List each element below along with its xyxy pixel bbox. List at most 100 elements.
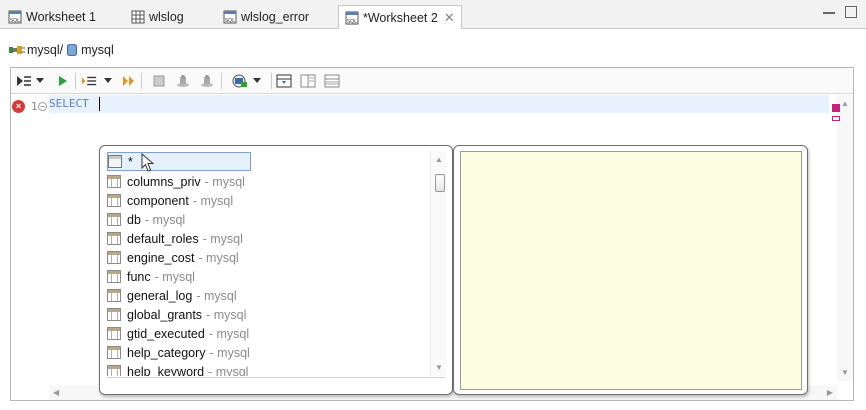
- rollback-icon: [199, 73, 215, 89]
- completion-item[interactable]: columns_priv - mysql: [107, 172, 423, 191]
- completion-item-name: func: [127, 269, 151, 284]
- completion-item[interactable]: gtid_executed - mysql: [107, 324, 423, 343]
- toolbar-separator: [75, 73, 76, 89]
- breadcrumb-database[interactable]: mysql: [81, 43, 114, 57]
- tab-label: Worksheet 1: [26, 10, 96, 24]
- toolbar-separator: [141, 73, 142, 89]
- completion-item-schema: - mysql: [206, 307, 247, 322]
- vertical-scrollbar[interactable]: ▲ ▼: [837, 95, 853, 381]
- completion-item-name: global_grants: [127, 307, 203, 322]
- table-icon: [107, 194, 121, 207]
- line-gutter: × 1 −: [11, 95, 47, 379]
- completion-item-schema: - mysql: [202, 231, 243, 246]
- split-vertical-icon[interactable]: [300, 73, 316, 89]
- tab-worksheet-2[interactable]: SQL *Worksheet 2 ✕: [338, 5, 462, 30]
- stop-icon: [151, 73, 167, 89]
- table-icon: [107, 289, 121, 302]
- run-statement-icon[interactable]: [16, 73, 32, 89]
- worksheet-panel: mysql/ mysql × 1 − SELECT ▲ ▼ ◀ ▶ * colu…: [0, 29, 866, 410]
- editor-toolbar: [11, 68, 853, 94]
- completion-item-name: help_category: [127, 345, 206, 360]
- completion-item-schema: - mysql: [154, 269, 195, 284]
- completion-item-name: db: [127, 212, 141, 227]
- overview-error-marker[interactable]: [832, 104, 840, 112]
- commit-icon: [175, 73, 191, 89]
- connection-dropdown-icon[interactable]: [252, 73, 262, 89]
- completion-item-schema: - mysql: [204, 174, 245, 189]
- current-line[interactable]: SELECT: [49, 95, 829, 113]
- sql-keyword: SELECT: [49, 97, 89, 110]
- run-dropdown-icon[interactable]: [35, 73, 45, 89]
- table-icon: [107, 308, 121, 321]
- table-icon: [107, 365, 121, 376]
- run-script-icon[interactable]: [55, 73, 71, 89]
- svg-text:SQL: SQL: [347, 19, 357, 25]
- detail-content: [460, 151, 802, 390]
- plan-dropdown-icon[interactable]: [103, 73, 113, 89]
- table-icon: [107, 270, 121, 283]
- column-icon: [108, 155, 122, 168]
- tab-label: wlslog_error: [241, 10, 310, 24]
- completion-item-name: default_roles: [127, 231, 199, 246]
- completion-item-schema: - mysql: [208, 364, 249, 377]
- completion-item-schema: - mysql: [144, 212, 186, 227]
- completion-item[interactable]: help_keyword - mysql: [107, 362, 423, 376]
- connection-manager-icon[interactable]: [231, 73, 249, 89]
- scroll-up-icon[interactable]: ▲: [841, 99, 849, 108]
- tab-wlslog-error[interactable]: SQL wlslog_error: [223, 5, 309, 29]
- toolbar-separator: [271, 73, 272, 89]
- completion-item[interactable]: global_grants - mysql: [107, 305, 423, 324]
- completion-item-name: *: [128, 154, 133, 169]
- completion-status-bar: [107, 377, 445, 389]
- table-icon: [107, 346, 121, 359]
- tab-label: *Worksheet 2: [363, 11, 438, 25]
- close-tab-icon[interactable]: ✕: [444, 10, 455, 26]
- scroll-down-icon[interactable]: ▼: [435, 363, 443, 372]
- tab-wlslog[interactable]: wlslog: [131, 5, 184, 29]
- text-caret: [99, 97, 100, 111]
- completion-item-schema: - mysql: [192, 193, 234, 208]
- completion-item-selected[interactable]: *: [107, 152, 251, 171]
- split-horizontal-icon[interactable]: [324, 73, 340, 89]
- completion-scrollbar[interactable]: ▲ ▼: [430, 151, 446, 376]
- scrollbar-thumb[interactable]: [435, 174, 445, 192]
- fold-toggle-icon[interactable]: −: [38, 102, 47, 111]
- completion-item-name: columns_priv: [127, 174, 201, 189]
- editor-tab-bar: SQL Worksheet 1 wlslog SQL wlslog_error …: [0, 0, 866, 30]
- error-marker-icon[interactable]: ×: [12, 100, 25, 113]
- svg-text:SQL: SQL: [225, 18, 235, 24]
- table-icon: [107, 213, 121, 226]
- completion-item[interactable]: general_log - mysql: [107, 286, 423, 305]
- completion-item[interactable]: help_category - mysql: [107, 343, 423, 362]
- table-icon: [107, 175, 121, 188]
- completion-item[interactable]: engine_cost - mysql: [107, 248, 423, 267]
- sql-worksheet-icon: SQL: [223, 10, 237, 24]
- scroll-right-icon[interactable]: ▶: [827, 388, 833, 397]
- minimize-icon[interactable]: [823, 6, 835, 14]
- completion-item[interactable]: func - mysql: [107, 267, 423, 286]
- completion-item[interactable]: component - mysql: [107, 191, 423, 210]
- completion-item-name: help_keyword: [127, 364, 205, 377]
- scroll-up-icon[interactable]: ▲: [435, 155, 443, 164]
- completion-item-name: general_log: [127, 288, 193, 303]
- completion-item-schema: - mysql: [196, 288, 237, 303]
- scroll-down-icon[interactable]: ▼: [841, 368, 849, 377]
- breadcrumb: mysql/ mysql: [9, 43, 114, 57]
- explain-plan-icon[interactable]: [81, 73, 97, 89]
- sql-worksheet-icon: SQL: [345, 11, 359, 25]
- breadcrumb-connection[interactable]: mysql/: [27, 43, 63, 57]
- tab-worksheet-1[interactable]: SQL Worksheet 1: [8, 5, 96, 29]
- completion-detail-popup: [453, 145, 808, 395]
- table-icon: [131, 10, 145, 24]
- step-forward-icon[interactable]: [121, 73, 137, 89]
- overview-line-marker[interactable]: [832, 116, 840, 121]
- completion-item[interactable]: default_roles - mysql: [107, 229, 423, 248]
- maximize-icon[interactable]: [845, 6, 857, 18]
- completion-item-name: component: [127, 193, 189, 208]
- completion-item-schema: - mysql: [209, 345, 250, 360]
- toggle-results-icon[interactable]: [276, 73, 292, 89]
- completion-item[interactable]: db - mysql: [107, 210, 423, 229]
- table-icon: [107, 327, 121, 340]
- scroll-left-icon[interactable]: ◀: [53, 388, 59, 397]
- connection-icon: [9, 46, 25, 54]
